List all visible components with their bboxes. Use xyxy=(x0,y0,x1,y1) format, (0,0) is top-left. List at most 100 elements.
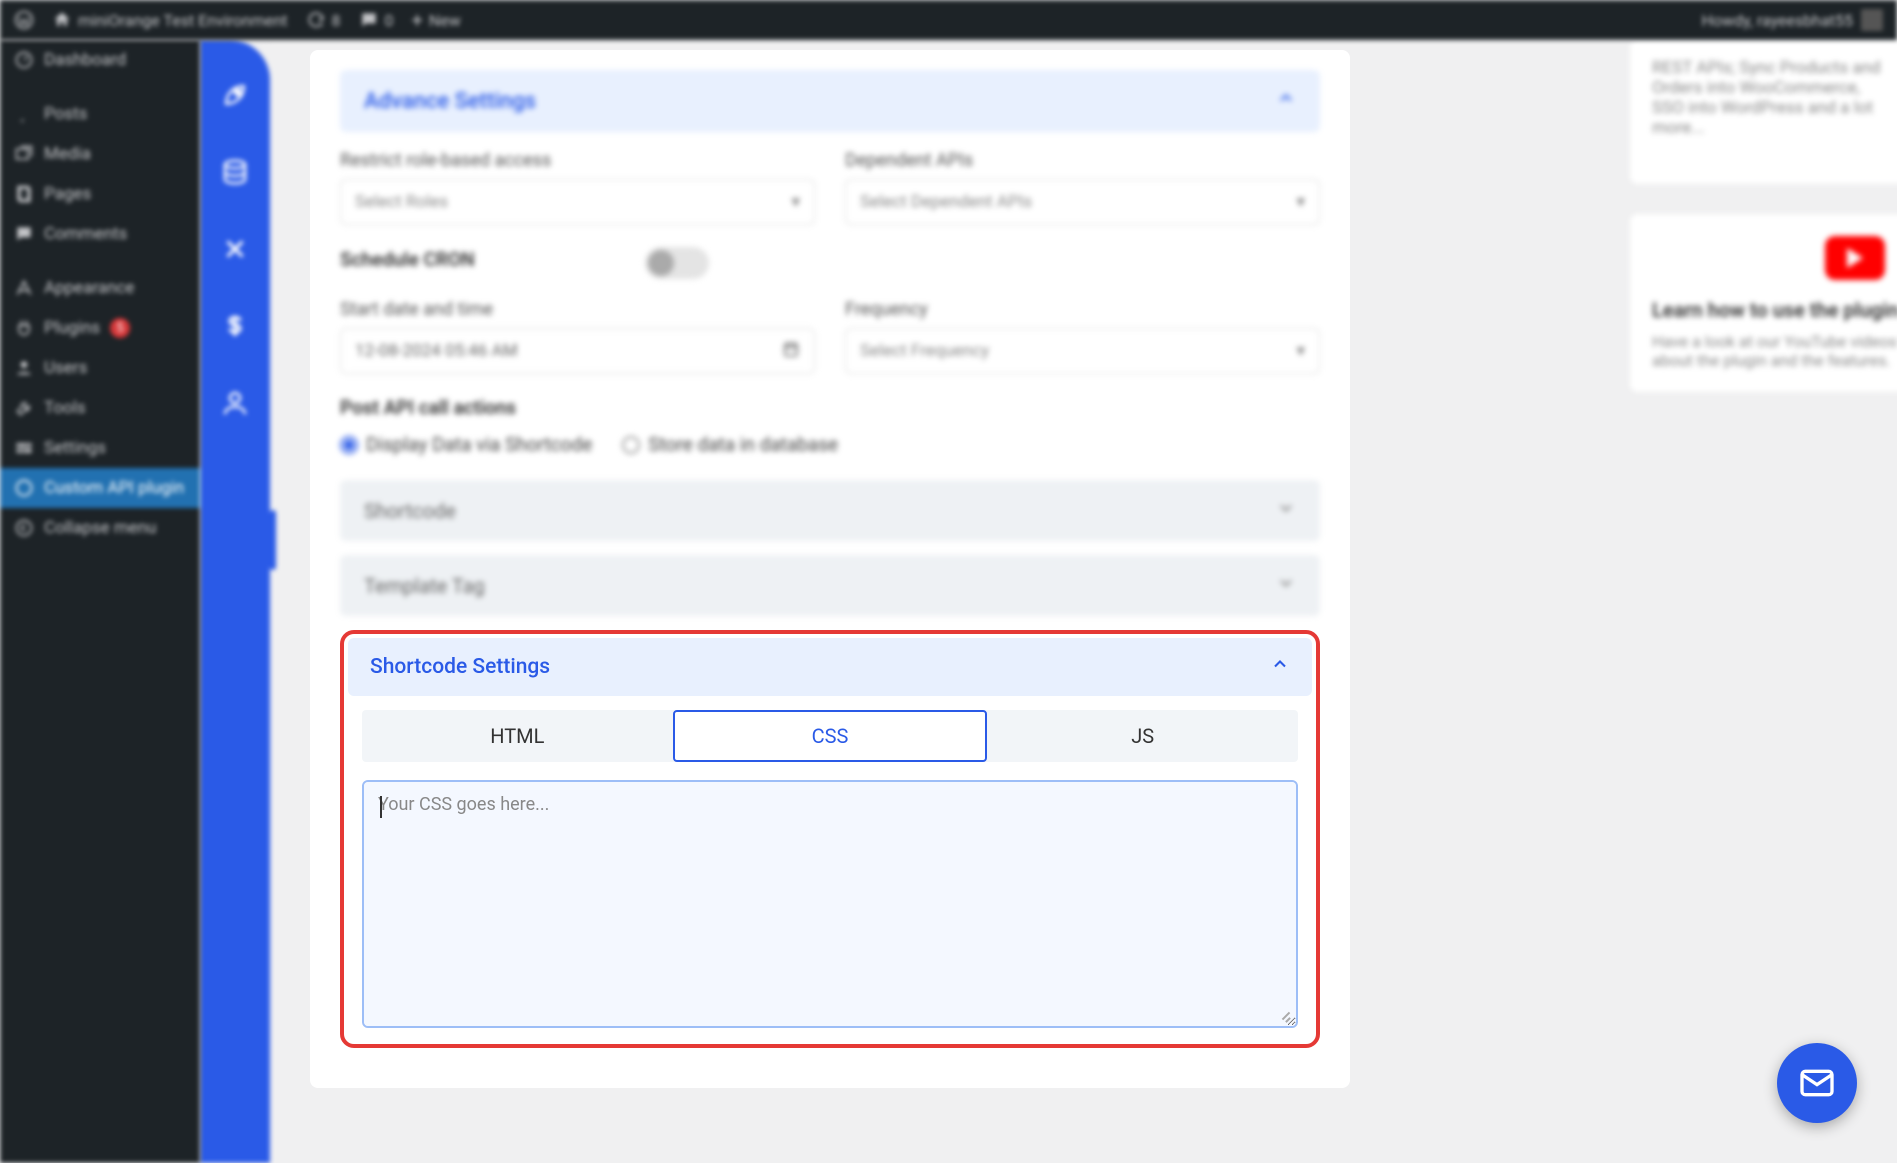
sidebar-item-posts[interactable]: Posts xyxy=(0,94,200,134)
plugin-rail xyxy=(200,40,270,1163)
advance-settings-header[interactable]: Advance Settings xyxy=(340,70,1320,132)
collapse-icon xyxy=(14,518,34,538)
sidebar-item-tools[interactable]: Tools xyxy=(0,388,200,428)
post-api-actions-label: Post API call actions xyxy=(340,396,1320,419)
updates-link[interactable]: 8 xyxy=(306,10,341,30)
sidebar-item-users[interactable]: Users xyxy=(0,348,200,388)
sidebar-item-label: Collapse menu xyxy=(44,518,157,538)
site-name-link[interactable]: miniOrange Test Environment xyxy=(52,10,288,30)
radio-store-database[interactable]: Store data in database xyxy=(622,433,838,456)
radio-icon-unchecked xyxy=(622,436,640,454)
plugins-badge: 5 xyxy=(110,318,130,338)
api-icon xyxy=(14,478,34,498)
settings-icon xyxy=(14,438,34,458)
user-avatar[interactable] xyxy=(1861,9,1883,31)
shortcode-accordion[interactable]: Shortcode xyxy=(340,480,1320,541)
database-icon[interactable] xyxy=(220,157,250,194)
accordion-title: Advance Settings xyxy=(364,89,536,114)
select-frequency-dropdown[interactable]: Select Frequency ▾ xyxy=(845,328,1320,374)
sidebar-item-custom-api[interactable]: Custom API plugin xyxy=(0,468,200,508)
sidebar-item-settings[interactable]: Settings xyxy=(0,428,200,468)
date-value: 12-08-2024 05:46 AM xyxy=(355,341,518,361)
dashboard-icon xyxy=(14,50,34,70)
sidebar-item-label: Appearance xyxy=(44,278,134,298)
sidebar-item-plugins[interactable]: Plugins 5 xyxy=(0,308,200,348)
sidebar-item-label: Posts xyxy=(44,104,87,124)
new-link[interactable]: + New xyxy=(412,8,461,32)
comments-count: 0 xyxy=(385,11,394,30)
youtube-title: Learn how to use the plugin on YouTube xyxy=(1652,298,1897,322)
css-textarea[interactable] xyxy=(378,794,1282,1014)
dropdown-placeholder: Select Frequency xyxy=(860,341,989,361)
plugins-icon xyxy=(14,318,34,338)
rocket-icon[interactable] xyxy=(220,80,250,117)
sidebar-item-label: Settings xyxy=(44,438,106,458)
resize-grip-icon[interactable] xyxy=(1278,1008,1292,1022)
start-date-label: Start date and time xyxy=(340,299,815,320)
tab-html[interactable]: HTML xyxy=(362,710,673,762)
dependent-apis-label: Dependent APIs xyxy=(845,150,1320,171)
pages-icon xyxy=(14,184,34,204)
promo-text: REST APIs; Sync Products and Orders into… xyxy=(1652,58,1894,166)
chevron-down-icon: ▾ xyxy=(791,192,800,212)
advance-settings-section: Advance Settings Restrict role-based acc… xyxy=(340,70,1320,616)
users-icon xyxy=(14,358,34,378)
accordion-title: Shortcode xyxy=(364,499,456,523)
sidebar-item-label: Pages xyxy=(44,184,91,204)
new-label: New xyxy=(429,11,461,30)
right-column: REST APIs; Sync Products and Orders into… xyxy=(1630,40,1897,392)
youtube-card[interactable]: Learn how to use the plugin on YouTube H… xyxy=(1630,214,1897,392)
updates-count: 8 xyxy=(332,11,341,30)
shortcode-settings-header[interactable]: Shortcode Settings xyxy=(348,638,1312,696)
template-tag-accordion[interactable]: Template Tag xyxy=(340,555,1320,616)
tab-js[interactable]: JS xyxy=(987,710,1298,762)
select-roles-dropdown[interactable]: Select Roles ▾ xyxy=(340,179,815,225)
user-rail-icon[interactable] xyxy=(220,388,250,425)
sidebar-item-label: Comments xyxy=(44,224,127,244)
sidebar-item-comments[interactable]: Comments xyxy=(0,214,200,254)
radio-display-shortcode[interactable]: Display Data via Shortcode xyxy=(340,433,592,456)
sidebar-item-media[interactable]: Media xyxy=(0,134,200,174)
tab-css[interactable]: CSS xyxy=(673,710,988,762)
sidebar-item-label: Media xyxy=(44,144,91,164)
appearance-icon xyxy=(14,278,34,298)
howdy-text[interactable]: Howdy, rayeesbhat55 xyxy=(1701,11,1853,30)
chevron-down-icon xyxy=(1276,573,1296,598)
sidebar-item-appearance[interactable]: Appearance xyxy=(0,268,200,308)
code-tabs: HTML CSS JS xyxy=(362,710,1298,762)
sidebar-item-label: Users xyxy=(44,358,87,378)
start-date-input[interactable]: 12-08-2024 05:46 AM xyxy=(340,328,815,374)
chat-fab[interactable] xyxy=(1777,1043,1857,1123)
youtube-icon xyxy=(1825,236,1885,280)
comments-link[interactable]: 0 xyxy=(359,10,394,30)
select-dependent-apis-dropdown[interactable]: Select Dependent APIs ▾ xyxy=(845,179,1320,225)
wp-logo[interactable] xyxy=(14,10,34,30)
sidebar-item-pages[interactable]: Pages xyxy=(0,174,200,214)
chevron-down-icon: ▾ xyxy=(1296,192,1305,212)
sidebar-item-collapse[interactable]: Collapse menu xyxy=(0,508,200,548)
sidebar-item-label: Tools xyxy=(44,398,86,418)
sidebar-item-label: Plugins xyxy=(44,318,100,338)
chevron-down-icon xyxy=(1276,498,1296,523)
tools-icon xyxy=(14,398,34,418)
calendar-icon xyxy=(782,340,800,363)
youtube-description: Have a look at our YouTube videos to und… xyxy=(1652,332,1897,370)
content-area: Advance Settings Restrict role-based acc… xyxy=(270,40,1897,1163)
dollar-icon[interactable] xyxy=(220,311,250,348)
frequency-label: Frequency xyxy=(845,299,1320,320)
restrict-access-label: Restrict role-based access xyxy=(340,150,815,171)
schedule-cron-toggle[interactable] xyxy=(645,247,709,279)
radio-label: Store data in database xyxy=(648,433,838,456)
sidebar-item-label: Dashboard xyxy=(44,50,126,70)
sidebar-item-dashboard[interactable]: Dashboard xyxy=(0,40,200,80)
text-cursor xyxy=(380,796,382,818)
accordion-title: Shortcode Settings xyxy=(370,655,550,679)
rail-handle[interactable] xyxy=(270,510,276,570)
comments-icon xyxy=(14,224,34,244)
tools-rail-icon[interactable] xyxy=(220,234,250,271)
promo-card: REST APIs; Sync Products and Orders into… xyxy=(1630,40,1897,184)
shortcode-settings-highlight: Shortcode Settings HTML CSS JS xyxy=(340,630,1320,1048)
mail-icon xyxy=(1797,1063,1837,1103)
chevron-down-icon: ▾ xyxy=(1296,341,1305,361)
tab-label: HTML xyxy=(490,724,544,748)
